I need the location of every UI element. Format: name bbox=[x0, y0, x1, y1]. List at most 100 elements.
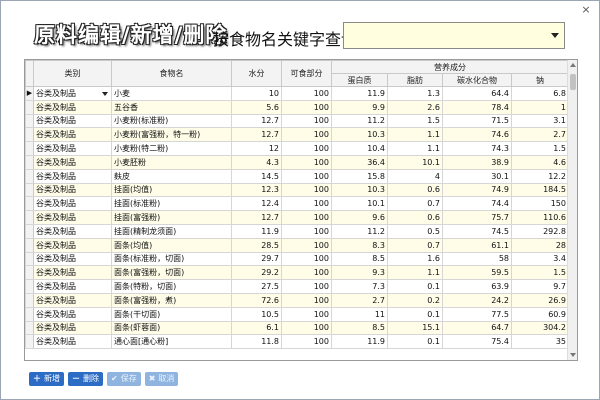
table-cell[interactable]: 面条(均值) bbox=[111, 237, 232, 253]
table-cell[interactable]: 1.1 bbox=[387, 127, 443, 143]
table-cell[interactable]: 0.6 bbox=[387, 182, 443, 198]
column-header-edible-portion[interactable]: 可食部分 bbox=[281, 60, 332, 87]
table-cell[interactable]: 谷类及制品 bbox=[33, 196, 112, 212]
table-cell[interactable]: 10.3 bbox=[331, 127, 388, 143]
table-row[interactable]: 谷类及制品 挂面(标准粉) 12.4 100 10.1 0.7 74.4 150 bbox=[25, 196, 569, 212]
row-selector[interactable]: ▶ bbox=[25, 86, 34, 101]
table-cell[interactable]: 面条(特粉，切面) bbox=[111, 279, 232, 294]
chevron-down-icon[interactable] bbox=[551, 33, 559, 38]
table-cell[interactable]: 100 bbox=[281, 113, 332, 129]
table-cell[interactable]: 小麦粉(特二粉) bbox=[111, 141, 232, 156]
table-cell[interactable]: 0.7 bbox=[387, 196, 443, 212]
table-cell[interactable]: 面条(干切面) bbox=[111, 306, 232, 322]
table-cell[interactable]: 9.9 bbox=[331, 99, 388, 115]
table-row[interactable]: 谷类及制品 小麦粉(标准粉) 12.7 100 11.2 1.5 71.5 3.1 bbox=[25, 113, 569, 129]
table-cell[interactable]: 74.9 bbox=[442, 182, 512, 198]
table-cell[interactable]: 11.9 bbox=[331, 86, 388, 101]
table-cell[interactable]: 100 bbox=[281, 196, 332, 212]
table-cell[interactable]: 挂面(富强粉) bbox=[111, 210, 232, 225]
table-cell[interactable]: 61.1 bbox=[442, 237, 512, 253]
table-cell[interactable]: 184.5 bbox=[511, 182, 569, 198]
scrollbar-thumb[interactable] bbox=[570, 74, 576, 90]
table-cell[interactable]: 谷类及制品 bbox=[33, 251, 112, 267]
table-cell[interactable]: 15.8 bbox=[331, 168, 388, 184]
table-cell[interactable]: 63.9 bbox=[442, 279, 512, 294]
table-cell[interactable]: 100 bbox=[281, 210, 332, 225]
table-cell[interactable]: 10.5 bbox=[231, 306, 282, 322]
table-cell[interactable]: 100 bbox=[281, 223, 332, 239]
table-cell[interactable]: 挂面(标准粉) bbox=[111, 196, 232, 212]
table-cell[interactable]: 36.4 bbox=[331, 154, 388, 170]
table-row[interactable]: 谷类及制品 面条(富强粉，煮) 72.6 100 2.7 0.2 24.2 26.9 bbox=[25, 292, 569, 308]
table-cell[interactable]: 小麦粉(标准粉) bbox=[111, 113, 232, 129]
table-cell[interactable]: 0.7 bbox=[387, 237, 443, 253]
row-selector[interactable] bbox=[25, 196, 34, 212]
search-combobox[interactable] bbox=[343, 22, 565, 49]
table-cell[interactable]: 1.6 bbox=[387, 251, 443, 267]
table-cell[interactable]: 通心面[通心粉] bbox=[111, 334, 232, 350]
row-selector[interactable] bbox=[25, 237, 34, 253]
row-selector[interactable] bbox=[25, 141, 34, 156]
table-cell[interactable]: 12.3 bbox=[231, 182, 282, 198]
table-row[interactable]: 谷类及制品 面条(干切面) 10.5 100 11 0.1 77.5 60.9 bbox=[25, 306, 569, 322]
table-cell[interactable]: 8.5 bbox=[331, 320, 388, 336]
table-cell[interactable]: 12.2 bbox=[511, 168, 569, 184]
table-row[interactable]: 谷类及制品 面条(虾蓉面) 6.1 100 8.5 15.1 64.7 304.2 bbox=[25, 320, 569, 336]
table-cell[interactable]: 谷类及制品 bbox=[33, 292, 112, 308]
table-cell[interactable]: 28.5 bbox=[231, 237, 282, 253]
table-cell[interactable]: 100 bbox=[281, 320, 332, 336]
table-row[interactable]: 谷类及制品 通心面[通心粉] 11.8 100 11.9 0.1 75.4 35 bbox=[25, 334, 569, 350]
table-cell[interactable]: 5.6 bbox=[231, 99, 282, 115]
table-cell[interactable]: 面条(富强粉，煮) bbox=[111, 292, 232, 308]
table-cell[interactable]: 谷类及制品 bbox=[33, 168, 112, 184]
table-cell[interactable]: 谷类及制品 bbox=[33, 99, 112, 115]
table-cell[interactable]: 100 bbox=[281, 265, 332, 281]
table-cell[interactable]: 谷类及制品 bbox=[33, 279, 112, 294]
table-cell[interactable]: 74.6 bbox=[442, 127, 512, 143]
table-cell[interactable]: 11.9 bbox=[231, 223, 282, 239]
table-cell[interactable]: 11.2 bbox=[331, 223, 388, 239]
table-cell[interactable]: 9.7 bbox=[511, 279, 569, 294]
table-cell[interactable]: 29.2 bbox=[231, 265, 282, 281]
table-cell[interactable]: 150 bbox=[511, 196, 569, 212]
close-button[interactable]: × bbox=[579, 3, 593, 17]
table-cell[interactable]: 1.1 bbox=[387, 265, 443, 281]
table-cell[interactable]: 挂面(均值) bbox=[111, 182, 232, 198]
table-cell[interactable]: 60.9 bbox=[511, 306, 569, 322]
table-cell[interactable]: 8.5 bbox=[331, 251, 388, 267]
row-selector[interactable] bbox=[25, 279, 34, 294]
table-cell[interactable]: 9.6 bbox=[331, 210, 388, 225]
table-cell[interactable]: 面条(标准粉，切面) bbox=[111, 251, 232, 267]
table-cell[interactable]: 100 bbox=[281, 86, 332, 101]
table-cell[interactable]: 12.4 bbox=[231, 196, 282, 212]
row-selector[interactable] bbox=[25, 99, 34, 115]
column-header-fat[interactable]: 脂肪 bbox=[387, 73, 443, 87]
table-cell[interactable]: 1.1 bbox=[387, 141, 443, 156]
table-cell[interactable]: 64.7 bbox=[442, 320, 512, 336]
table-cell[interactable]: 74.3 bbox=[442, 141, 512, 156]
table-row[interactable]: 谷类及制品 小麦粉(富强粉，特一粉) 12.7 100 10.3 1.1 74.6 2.7 bbox=[25, 127, 569, 143]
column-header-carbohydrate[interactable]: 碳水化合物 bbox=[442, 73, 512, 87]
table-cell[interactable]: 谷类及制品 bbox=[33, 141, 112, 156]
table-cell[interactable]: 28 bbox=[511, 237, 569, 253]
table-cell[interactable]: 10.1 bbox=[387, 154, 443, 170]
row-selector[interactable] bbox=[25, 154, 34, 170]
table-cell[interactable]: 10 bbox=[231, 86, 282, 101]
row-selector[interactable] bbox=[25, 251, 34, 267]
table-cell[interactable]: 1.5 bbox=[387, 113, 443, 129]
table-cell[interactable]: 100 bbox=[281, 279, 332, 294]
table-cell[interactable]: 谷类及制品 bbox=[33, 320, 112, 336]
table-row[interactable]: 谷类及制品 挂面(均值) 12.3 100 10.3 0.6 74.9 184.5 bbox=[25, 182, 569, 198]
table-cell[interactable]: 72.6 bbox=[231, 292, 282, 308]
table-cell[interactable]: 3.1 bbox=[511, 113, 569, 129]
table-cell[interactable]: 304.2 bbox=[511, 320, 569, 336]
table-row[interactable]: ▶ 谷类及制品 小麦 10 100 11.9 1.3 64.4 6.8 bbox=[25, 86, 569, 101]
table-cell[interactable]: 谷类及制品 bbox=[33, 265, 112, 281]
table-cell[interactable]: 挂面(精制龙须面) bbox=[111, 223, 232, 239]
table-cell[interactable]: 100 bbox=[281, 306, 332, 322]
table-row[interactable]: 谷类及制品 挂面(精制龙须面) 11.9 100 11.2 0.5 74.5 292.8 bbox=[25, 223, 569, 239]
table-cell[interactable]: 100 bbox=[281, 127, 332, 143]
table-cell[interactable]: 58 bbox=[442, 251, 512, 267]
table-cell[interactable]: 11.2 bbox=[331, 113, 388, 129]
table-cell[interactable]: 1.3 bbox=[387, 86, 443, 101]
